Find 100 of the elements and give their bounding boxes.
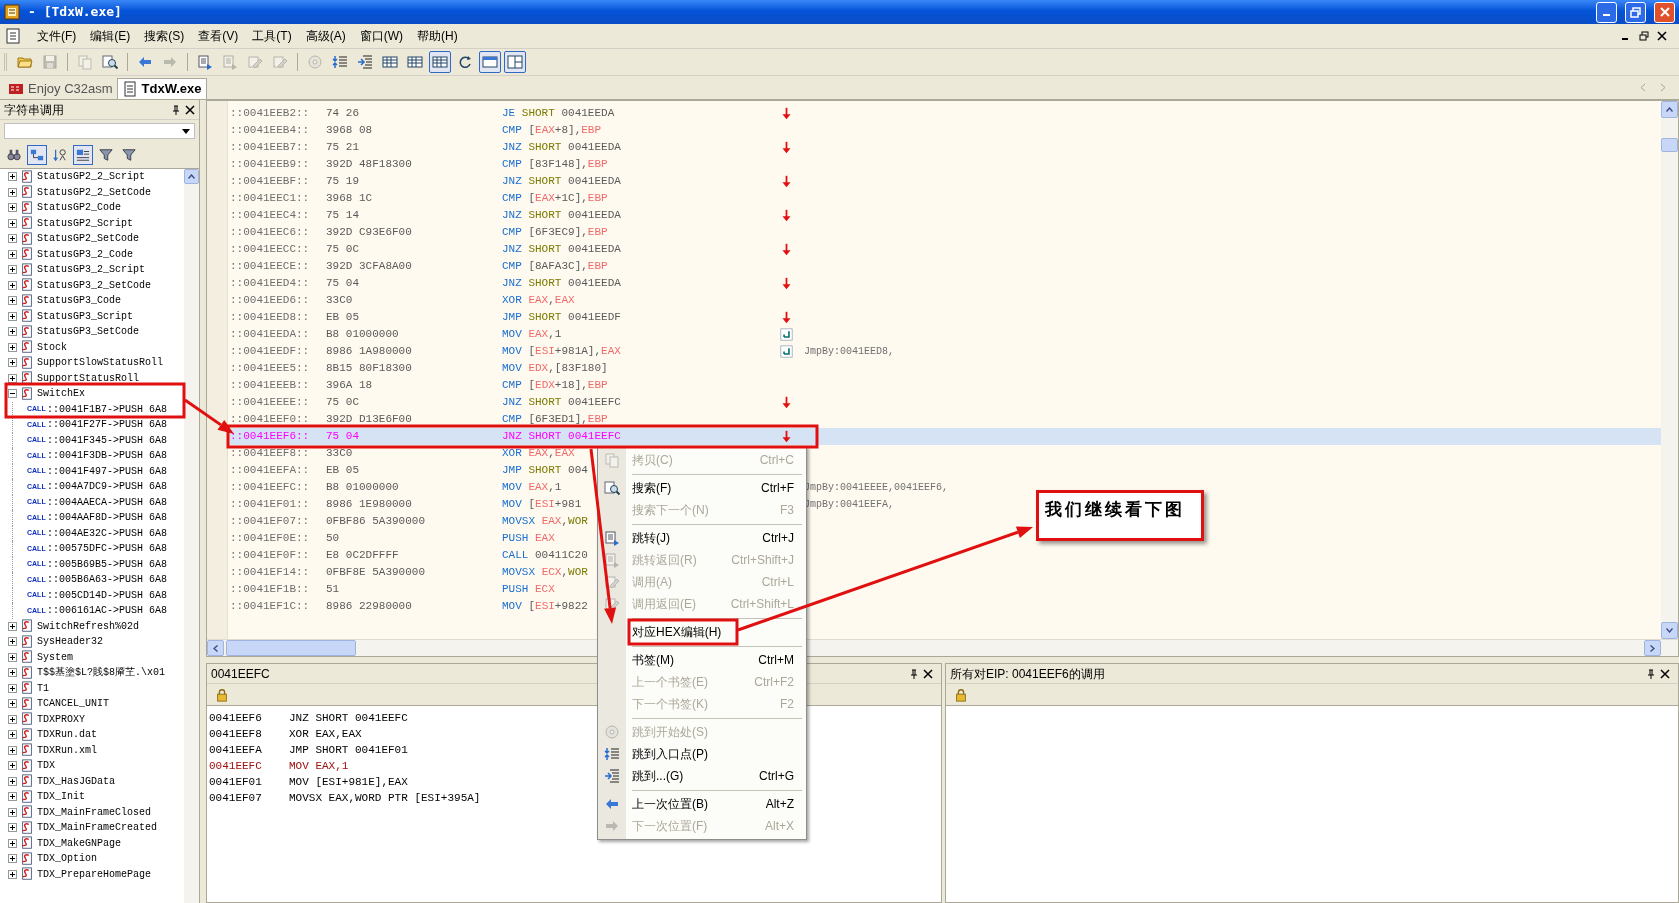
- tree-item[interactable]: TDX_MakeGNPage: [0, 835, 184, 851]
- tree-item[interactable]: StatusGP3_Script: [0, 308, 184, 324]
- tree-item[interactable]: StatusGP3_SetCode: [0, 324, 184, 340]
- tree-item[interactable]: TDX_MainFrameClosed: [0, 804, 184, 820]
- expand-icon[interactable]: [8, 854, 17, 864]
- tree-item[interactable]: T1: [0, 680, 184, 696]
- expand-icon[interactable]: [8, 823, 17, 833]
- expand-icon[interactable]: [8, 776, 17, 786]
- tree-item[interactable]: TDX_MainFrameCreated: [0, 820, 184, 836]
- menu-item[interactable]: 文件(F): [30, 27, 84, 45]
- expand-icon[interactable]: [8, 792, 17, 802]
- menu-item[interactable]: 跳到入口点(P): [598, 743, 806, 765]
- tree-item[interactable]: SwitchEx: [0, 386, 184, 402]
- tree-item[interactable]: StatusGP2_SetCode: [0, 231, 184, 247]
- menu-item[interactable]: 跳到...(G) Ctrl+G: [598, 765, 806, 787]
- expand-icon[interactable]: [8, 187, 17, 197]
- menu-item[interactable]: 书签(M) Ctrl+M: [598, 649, 806, 671]
- expand-icon[interactable]: [8, 807, 17, 817]
- expand-icon[interactable]: [8, 668, 17, 678]
- tree-item[interactable]: SwitchRefresh%02d: [0, 618, 184, 634]
- scrollbar-thumb[interactable]: [226, 640, 356, 656]
- menu-item[interactable]: 上一次位置(B) Alt+Z: [598, 793, 806, 815]
- expand-icon[interactable]: [8, 311, 17, 321]
- document-tab[interactable]: TdxW.exe: [116, 78, 207, 99]
- expand-icon[interactable]: [8, 172, 17, 182]
- tree-item[interactable]: TDX: [0, 758, 184, 774]
- expand-icon[interactable]: [8, 327, 17, 337]
- menu-item[interactable]: 查看(V): [191, 27, 246, 45]
- expand-icon[interactable]: [8, 249, 17, 259]
- expand-icon[interactable]: [8, 373, 17, 383]
- tree-item[interactable]: TDX_Init: [0, 789, 184, 805]
- close-icon[interactable]: [1660, 668, 1670, 679]
- scroll-left-button[interactable]: [207, 640, 224, 656]
- toolbar-button[interactable]: [504, 51, 526, 73]
- tree-item[interactable]: StatusGP2_Code: [0, 200, 184, 216]
- tree-item[interactable]: StatusGP3_2_SetCode: [0, 277, 184, 293]
- toolbar-button[interactable]: [479, 51, 501, 73]
- expand-icon[interactable]: [8, 265, 17, 275]
- expand-icon[interactable]: [8, 280, 17, 290]
- scrollbar-thumb[interactable]: [1661, 138, 1678, 152]
- mdi-close-icon[interactable]: [1657, 31, 1667, 41]
- expand-icon[interactable]: [8, 637, 17, 647]
- tree-item[interactable]: System: [0, 649, 184, 665]
- expand-icon[interactable]: [8, 699, 17, 709]
- tree-item[interactable]: SupportStatusRoll: [0, 370, 184, 386]
- toolbar-button[interactable]: [429, 51, 451, 73]
- menu-item[interactable]: 工具(T): [245, 27, 299, 45]
- expand-icon[interactable]: [8, 730, 17, 740]
- tree-item[interactable]: TCANCEL_UNIT: [0, 696, 184, 712]
- expand-icon[interactable]: [8, 234, 17, 244]
- panel-tool-button[interactable]: [73, 145, 93, 165]
- pin-icon[interactable]: [909, 668, 919, 679]
- tree-item[interactable]: StatusGP2_Script: [0, 215, 184, 231]
- document-tab[interactable]: Enjoy C32asm: [4, 78, 117, 99]
- tree-item[interactable]: SysHeader32: [0, 634, 184, 650]
- tree-item[interactable]: TDX_Option: [0, 851, 184, 867]
- tree-item[interactable]: T$$基塗$L?賎$8厣芏.\x01: [0, 665, 184, 681]
- scroll-up-button[interactable]: [184, 169, 199, 184]
- expand-icon[interactable]: [8, 342, 17, 352]
- expand-icon[interactable]: [8, 358, 17, 368]
- pin-icon[interactable]: [171, 104, 181, 115]
- expand-icon[interactable]: [8, 714, 17, 724]
- menu-item[interactable]: 搜索(S): [137, 27, 192, 45]
- tree-item[interactable]: TDX_HasJGData: [0, 773, 184, 789]
- collapse-icon[interactable]: [8, 389, 17, 399]
- tree-item[interactable]: StatusGP3_2_Code: [0, 246, 184, 262]
- menu-item[interactable]: 编辑(E): [83, 27, 138, 45]
- tree-item[interactable]: TDXRun.xml: [0, 742, 184, 758]
- close-button[interactable]: [1654, 1, 1675, 23]
- menu-item[interactable]: 窗口(W): [352, 27, 410, 45]
- menu-item[interactable]: 搜索(F) Ctrl+F: [598, 477, 806, 499]
- expand-icon[interactable]: [8, 869, 17, 879]
- tree-item[interactable]: Stock: [0, 339, 184, 355]
- tree-item[interactable]: StatusGP2_2_SetCode: [0, 184, 184, 200]
- close-icon[interactable]: [185, 104, 195, 115]
- close-icon[interactable]: [923, 668, 933, 679]
- minimize-button[interactable]: [1596, 1, 1617, 23]
- expand-icon[interactable]: [8, 652, 17, 662]
- lock-icon[interactable]: [215, 687, 229, 702]
- tree-item[interactable]: StatusGP2_2_Script: [0, 169, 184, 185]
- tree-item[interactable]: StatusGP3_2_Script: [0, 262, 184, 278]
- pin-icon[interactable]: [1646, 668, 1656, 679]
- expand-icon[interactable]: [8, 745, 17, 755]
- tree-item[interactable]: StatusGP3_Code: [0, 293, 184, 309]
- menu-item[interactable]: 对应HEX编辑(H): [598, 621, 806, 643]
- lock-icon[interactable]: [954, 687, 968, 702]
- mdi-restore-icon[interactable]: [1639, 31, 1649, 41]
- expand-icon[interactable]: [8, 621, 17, 631]
- expand-icon[interactable]: [8, 683, 17, 693]
- scroll-right-button[interactable]: [1644, 640, 1661, 656]
- scroll-down-button[interactable]: [1661, 622, 1678, 639]
- tree-item[interactable]: TDX_PrepareHomePage: [0, 866, 184, 882]
- tree-item[interactable]: TDXPROXY: [0, 711, 184, 727]
- panel-tool-button[interactable]: [27, 145, 47, 165]
- menu-item[interactable]: 帮助(H): [410, 27, 465, 45]
- menu-item[interactable]: 高级(A): [298, 27, 353, 45]
- menu-item[interactable]: 跳转(J) Ctrl+J: [598, 527, 806, 549]
- expand-icon[interactable]: [8, 218, 17, 228]
- tree-item[interactable]: TDXRun.dat: [0, 727, 184, 743]
- scroll-up-button[interactable]: [1661, 101, 1678, 118]
